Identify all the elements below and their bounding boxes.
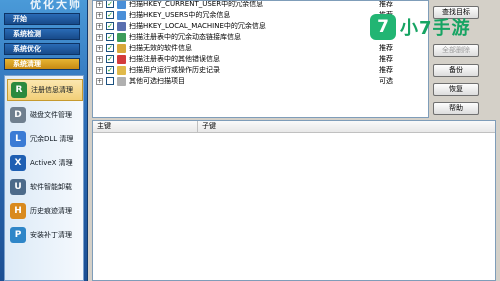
registry-key-icon (117, 10, 126, 20)
expand-icon[interactable]: + (96, 11, 103, 19)
item-label: 扫描无效的软件信息 (129, 44, 192, 52)
tool-panel: R 注册信息清理 D 磁盘文件管理 L 冗余DLL 清理 X ActiveX 清… (4, 75, 84, 281)
computer-icon (117, 21, 126, 31)
checkbox[interactable]: ✓ (106, 77, 114, 85)
expand-icon[interactable]: + (96, 33, 103, 41)
tool-label: ActiveX 清理 (30, 159, 73, 167)
tool-dll-clean[interactable]: L 冗余DLL 清理 (7, 128, 83, 150)
list-item[interactable]: + ✓ 其他可选扫描项目 可选 (93, 75, 428, 87)
restore-button[interactable]: 恢复 (433, 83, 479, 96)
item-label: 扫描HKEY_CURRENT_USER中的冗余信息 (129, 0, 264, 8)
tool-registry-clean[interactable]: R 注册信息清理 (7, 79, 83, 101)
dll-icon: L (10, 131, 26, 147)
checkbox[interactable]: ✓ (106, 44, 114, 52)
column-header-main-key[interactable]: 主键 (93, 121, 198, 132)
item-status: 推荐 (379, 66, 393, 74)
item-status: 推荐 (379, 44, 393, 52)
checkbox[interactable]: ✓ (106, 22, 114, 30)
watermark: 7 小7手游 (370, 14, 471, 40)
results-table: 主键 子键 (92, 120, 496, 281)
tool-label: 安装补丁清理 (30, 231, 72, 239)
app-title: 优化大师 (30, 0, 82, 11)
checkbox[interactable]: ✓ (106, 66, 114, 74)
patch-icon: P (10, 227, 26, 243)
nav-start[interactable]: 开始 (4, 13, 80, 25)
help-button[interactable]: 帮助 (433, 102, 479, 115)
item-label: 扫描HKEY_LOCAL_MACHINE中的冗余信息 (129, 22, 266, 30)
registry-icon: R (11, 82, 27, 98)
item-status: 推荐 (379, 55, 393, 63)
backup-button[interactable]: 备份 (433, 64, 479, 77)
history-icon: H (10, 203, 26, 219)
expand-icon[interactable]: + (96, 44, 103, 52)
error-icon (117, 54, 126, 64)
item-status: 可选 (379, 77, 393, 85)
expand-icon[interactable]: + (96, 77, 103, 85)
tool-history-clean[interactable]: H 历史痕迹清理 (7, 200, 83, 222)
expand-icon[interactable]: + (96, 22, 103, 30)
table-header: 主键 子键 (93, 121, 495, 133)
dll-file-icon (117, 32, 126, 42)
checkbox[interactable]: ✓ (106, 55, 114, 63)
checkbox[interactable]: ✓ (106, 33, 114, 41)
sidebar: 优化大师 开始 系统检测 系统优化 系统清理 R 注册信息清理 D 磁盘文件管理… (0, 0, 88, 281)
tool-disk-manage[interactable]: D 磁盘文件管理 (7, 104, 83, 126)
tool-label: 注册信息清理 (31, 86, 73, 94)
options-icon (117, 76, 126, 86)
tool-label: 磁盘文件管理 (30, 111, 72, 119)
nav-system-optimize[interactable]: 系统优化 (4, 43, 80, 55)
watermark-logo-icon: 7 (370, 14, 396, 40)
software-icon (117, 43, 126, 53)
expand-icon[interactable]: + (96, 55, 103, 63)
tool-label: 历史痕迹清理 (30, 207, 72, 215)
tool-smart-uninstall[interactable]: U 软件智能卸载 (7, 176, 83, 198)
activex-icon: X (10, 155, 26, 171)
nav-system-check[interactable]: 系统检测 (4, 28, 80, 40)
disk-icon: D (10, 107, 26, 123)
item-label: 扫描注册表中的其他错误信息 (129, 55, 220, 63)
tool-label: 软件智能卸载 (30, 183, 72, 191)
delete-all-button[interactable]: 全部删除 (433, 44, 479, 57)
history-record-icon (117, 65, 126, 75)
tool-label: 冗余DLL 清理 (30, 135, 74, 143)
column-header-sub-key[interactable]: 子键 (198, 121, 495, 132)
uninstall-icon: U (10, 179, 26, 195)
item-label: 扫描注册表中的冗余动态链接库信息 (129, 33, 241, 41)
tool-activex-clean[interactable]: X ActiveX 清理 (7, 152, 83, 174)
item-label: 其他可选扫描项目 (129, 77, 185, 85)
expand-icon[interactable]: + (96, 1, 103, 8)
expand-icon[interactable]: + (96, 66, 103, 74)
item-status: 推荐 (379, 0, 393, 8)
nav-system-clean[interactable]: 系统清理 (4, 58, 80, 70)
tool-patch-clean[interactable]: P 安装补丁清理 (7, 224, 83, 246)
checkbox[interactable]: ✓ (106, 11, 114, 19)
watermark-text: 小7手游 (400, 18, 471, 39)
checkbox[interactable]: ✓ (106, 1, 114, 8)
registry-key-icon (117, 1, 126, 9)
item-label: 扫描用户运行或操作历史记录 (129, 66, 220, 74)
item-label: 扫描HKEY_USERS中的冗余信息 (129, 11, 231, 19)
